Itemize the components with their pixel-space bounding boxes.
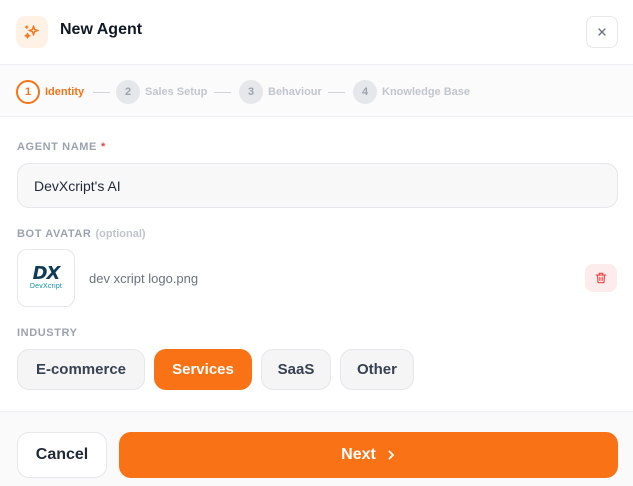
required-mark: * <box>100 141 106 153</box>
modal-header: New Agent <box>0 0 633 64</box>
step-number: 1 <box>16 80 40 104</box>
delete-avatar-button[interactable] <box>585 264 617 292</box>
industry-option-saas[interactable]: SaaS <box>261 349 331 390</box>
step-label: Identity <box>45 86 85 98</box>
bot-avatar-label: BOT AVATAR (optional) <box>17 228 146 240</box>
step-number: 3 <box>239 80 263 104</box>
optional-hint: (optional) <box>95 228 146 240</box>
step-identity[interactable]: 1 Identity <box>16 80 84 104</box>
next-button-label: Next <box>341 446 376 463</box>
bot-avatar-label-text: BOT AVATAR <box>17 228 92 240</box>
industry-label: INDUSTRY <box>17 327 78 339</box>
step-connector <box>93 92 110 93</box>
sparkles-icon <box>16 16 48 48</box>
close-button[interactable] <box>586 16 618 48</box>
avatar-file-name: dev xcript logo.png <box>89 271 199 286</box>
step-label: Behaviour <box>268 86 322 98</box>
step-label: Knowledge Base <box>382 86 471 98</box>
next-button[interactable]: Next <box>119 432 618 478</box>
avatar-preview[interactable]: DX DevXcript <box>17 249 75 307</box>
modal-title: New Agent <box>60 21 143 38</box>
step-number: 2 <box>116 80 140 104</box>
step-connector <box>328 92 345 93</box>
avatar-logo-mark: DX <box>32 263 61 284</box>
avatar-logo-text: DevXcript <box>29 283 63 290</box>
industry-option-other[interactable]: Other <box>340 349 414 390</box>
step-label: Sales Setup <box>145 86 208 98</box>
cancel-button[interactable]: Cancel <box>17 432 107 478</box>
agent-name-label: AGENT NAME * <box>17 141 106 153</box>
trash-icon <box>595 272 607 284</box>
modal-footer: Cancel Next <box>0 411 633 486</box>
step-connector <box>214 92 231 93</box>
agent-name-input[interactable] <box>17 163 618 208</box>
step-behaviour[interactable]: 3 Behaviour <box>239 80 322 104</box>
chevron-right-icon <box>386 450 396 460</box>
close-icon <box>598 28 606 36</box>
agent-name-label-text: AGENT NAME <box>17 141 97 153</box>
step-indicator: 1 Identity 2 Sales Setup 3 Behaviour 4 K… <box>0 64 633 117</box>
step-knowledge-base[interactable]: 4 Knowledge Base <box>353 80 470 104</box>
industry-option-services[interactable]: Services <box>154 349 252 390</box>
step-number: 4 <box>353 80 377 104</box>
industry-option-ecommerce[interactable]: E-commerce <box>17 349 145 390</box>
step-sales-setup[interactable]: 2 Sales Setup <box>116 80 207 104</box>
